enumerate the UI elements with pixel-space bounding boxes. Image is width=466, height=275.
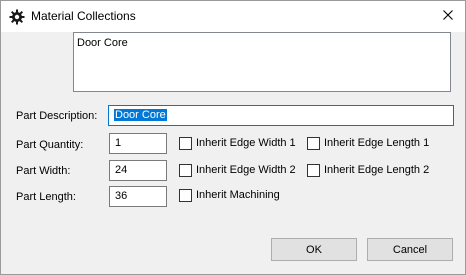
title-bar: Material Collections [1, 1, 465, 32]
part-width-value: 24 [115, 164, 128, 176]
part-quantity-label: Part Quantity: [16, 139, 84, 151]
inherit-edge-width-2-label[interactable]: Inherit Edge Width 2 [196, 164, 296, 176]
ok-button[interactable]: OK [271, 238, 357, 261]
inherit-edge-length-1-checkbox[interactable] [307, 137, 320, 150]
cancel-button-label: Cancel [392, 243, 428, 256]
inherit-edge-length-2-label[interactable]: Inherit Edge Length 2 [324, 164, 429, 176]
part-length-input[interactable]: 36 [109, 186, 167, 207]
cancel-button[interactable]: Cancel [367, 238, 453, 261]
close-icon [443, 10, 453, 23]
inherit-edge-width-1-checkbox[interactable] [179, 137, 192, 150]
part-width-label: Part Width: [16, 165, 71, 177]
part-width-input[interactable]: 24 [109, 160, 167, 181]
inherit-edge-width-1-label[interactable]: Inherit Edge Width 1 [196, 137, 296, 149]
collection-listbox[interactable]: Door Core [73, 32, 451, 92]
list-item[interactable]: Door Core [77, 37, 128, 49]
inherit-machining-checkbox[interactable] [179, 189, 192, 202]
part-quantity-value: 1 [115, 137, 122, 149]
part-quantity-input[interactable]: 1 [109, 133, 167, 154]
inherit-machining-label[interactable]: Inherit Machining [196, 189, 280, 201]
inherit-edge-length-1-label[interactable]: Inherit Edge Length 1 [324, 137, 429, 149]
part-length-label: Part Length: [16, 191, 76, 203]
inherit-edge-length-2-checkbox[interactable] [307, 164, 320, 177]
inherit-edge-width-2-checkbox[interactable] [179, 164, 192, 177]
ok-button-label: OK [306, 243, 322, 256]
material-collections-dialog: Material Collections Door Core Part Desc… [0, 0, 466, 275]
window-title: Material Collections [31, 9, 136, 23]
close-button[interactable] [431, 1, 465, 32]
part-description-input[interactable]: Door Core [108, 105, 454, 126]
part-description-label: Part Description: [16, 110, 98, 122]
gear-icon [9, 9, 25, 25]
part-length-value: 36 [115, 190, 128, 202]
part-description-value: Door Core [114, 109, 167, 121]
